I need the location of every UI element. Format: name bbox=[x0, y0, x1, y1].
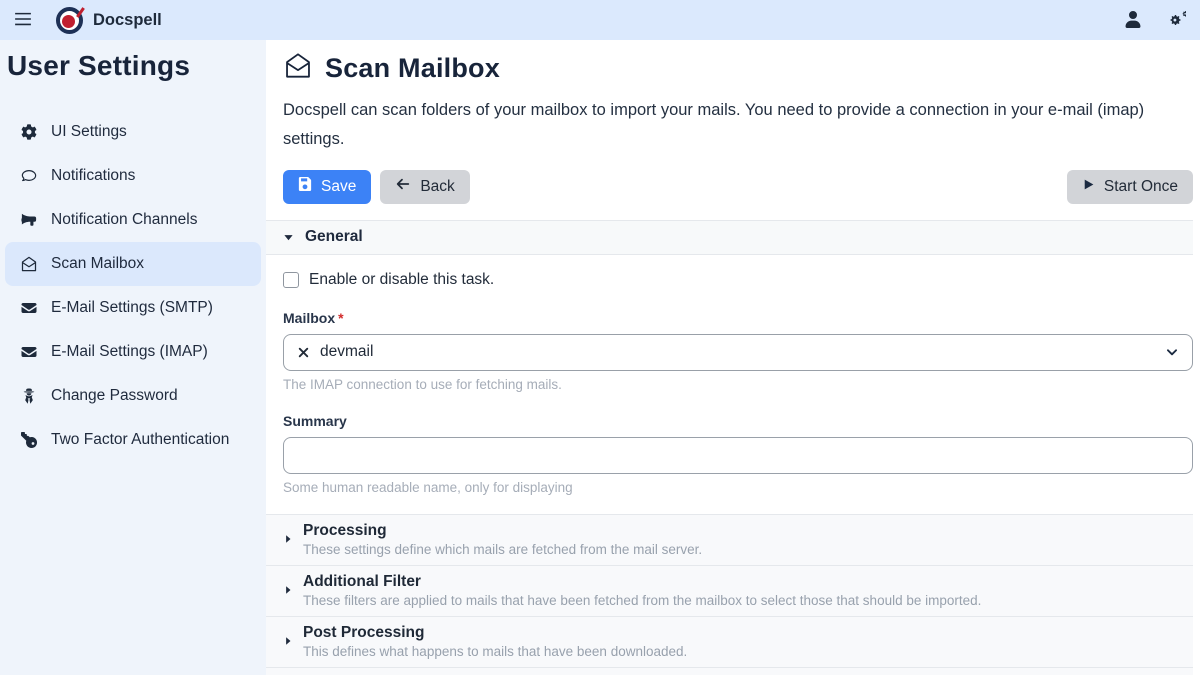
caret-right-icon bbox=[283, 533, 293, 545]
sidebar-item-label: E-Mail Settings (IMAP) bbox=[51, 343, 208, 361]
envelope-open-icon bbox=[19, 256, 39, 272]
section-title: Additional Filter bbox=[303, 573, 981, 591]
bullhorn-icon bbox=[19, 212, 39, 228]
caret-right-icon bbox=[283, 635, 293, 647]
account-menu-button[interactable] bbox=[1124, 10, 1142, 31]
caret-down-icon bbox=[283, 232, 294, 243]
play-icon bbox=[1082, 178, 1095, 196]
sidebar-item-label: Notifications bbox=[51, 167, 135, 185]
top-navbar: Docspell bbox=[0, 0, 1200, 40]
section-title: Post Processing bbox=[303, 624, 687, 642]
user-settings-sidebar: User Settings UI Settings Notifications bbox=[0, 40, 266, 675]
key-icon bbox=[19, 432, 39, 448]
floppy-icon bbox=[298, 177, 312, 196]
metadata-section-header[interactable]: Metadata Define metadata that should be … bbox=[266, 667, 1193, 675]
sidebar-nav: UI Settings Notifications Notification C… bbox=[5, 110, 261, 462]
chevron-down-icon[interactable] bbox=[1165, 345, 1179, 359]
summary-help-text: Some human readable name, only for displ… bbox=[283, 480, 1193, 495]
section-subtitle: These settings define which mails are fe… bbox=[303, 542, 702, 557]
sidebar-title: User Settings bbox=[5, 48, 261, 82]
scan-mailbox-page: Scan Mailbox Docspell can scan folders o… bbox=[266, 40, 1200, 675]
collapsed-sections: Processing These settings define which m… bbox=[266, 514, 1193, 675]
section-subtitle: These filters are applied to mails that … bbox=[303, 593, 981, 608]
required-mark: * bbox=[338, 310, 343, 326]
sidebar-item-notifications[interactable]: Notifications bbox=[5, 154, 261, 198]
sidebar-item-label: Two Factor Authentication bbox=[51, 431, 229, 449]
additional-filter-section-header[interactable]: Additional Filter These filters are appl… bbox=[266, 565, 1193, 616]
docspell-logo-icon bbox=[56, 7, 83, 34]
docspell-app: Docspell User Settings bbox=[0, 0, 1200, 675]
mailbox-select[interactable]: devmail bbox=[283, 334, 1193, 371]
bars-icon bbox=[14, 10, 32, 31]
envelope-open-icon bbox=[283, 52, 313, 84]
gear-icon bbox=[19, 124, 39, 140]
page-title: Scan Mailbox bbox=[325, 53, 500, 84]
user-icon bbox=[1124, 10, 1142, 31]
section-subtitle: This defines what happens to mails that … bbox=[303, 644, 687, 659]
envelope-icon bbox=[19, 344, 39, 360]
sidebar-item-change-password[interactable]: Change Password bbox=[5, 374, 261, 418]
action-buttons: Save Back Start Once bbox=[283, 170, 1193, 204]
sidebar-item-label: Change Password bbox=[51, 387, 178, 405]
sidebar-item-label: UI Settings bbox=[51, 123, 127, 141]
menu-toggle-button[interactable] bbox=[14, 10, 32, 31]
sidebar-item-label: Scan Mailbox bbox=[51, 255, 144, 273]
post-processing-section-header[interactable]: Post Processing This defines what happen… bbox=[266, 616, 1193, 667]
general-section-header[interactable]: General bbox=[266, 220, 1193, 255]
sidebar-item-notification-channels[interactable]: Notification Channels bbox=[5, 198, 261, 242]
enable-task-row: Enable or disable this task. bbox=[283, 271, 1193, 289]
sidebar-item-email-settings-smtp[interactable]: E-Mail Settings (SMTP) bbox=[5, 286, 261, 330]
start-once-button-label: Start Once bbox=[1104, 178, 1178, 196]
summary-field: Summary Some human readable name, only f… bbox=[283, 413, 1193, 495]
cogs-icon bbox=[1168, 10, 1186, 31]
summary-label: Summary bbox=[283, 413, 347, 429]
caret-right-icon bbox=[283, 584, 293, 596]
sidebar-item-scan-mailbox[interactable]: Scan Mailbox bbox=[5, 242, 261, 286]
admin-settings-button[interactable] bbox=[1168, 10, 1186, 31]
sidebar-item-two-factor-auth[interactable]: Two Factor Authentication bbox=[5, 418, 261, 462]
mailbox-help-text: The IMAP connection to use for fetching … bbox=[283, 377, 1193, 392]
sidebar-item-email-settings-imap[interactable]: E-Mail Settings (IMAP) bbox=[5, 330, 261, 374]
section-title: Processing bbox=[303, 522, 702, 540]
start-once-button[interactable]: Start Once bbox=[1067, 170, 1193, 204]
app-name: Docspell bbox=[93, 11, 162, 30]
processing-section-header[interactable]: Processing These settings define which m… bbox=[266, 514, 1193, 565]
mailbox-selected-value: devmail bbox=[320, 343, 373, 361]
brand[interactable]: Docspell bbox=[56, 7, 162, 34]
arrow-left-icon bbox=[395, 176, 411, 197]
general-section-label: General bbox=[305, 228, 363, 246]
enable-task-checkbox[interactable] bbox=[283, 272, 299, 288]
summary-input[interactable] bbox=[283, 437, 1193, 474]
enable-task-label[interactable]: Enable or disable this task. bbox=[309, 271, 494, 289]
envelope-icon bbox=[19, 300, 39, 316]
sidebar-item-label: E-Mail Settings (SMTP) bbox=[51, 299, 213, 317]
sidebar-item-label: Notification Channels bbox=[51, 211, 197, 229]
mailbox-field: Mailbox* devmail The IMAP connection to … bbox=[283, 310, 1193, 392]
clear-x-icon[interactable] bbox=[297, 346, 310, 359]
save-button-label: Save bbox=[321, 178, 356, 196]
user-secret-icon bbox=[19, 388, 39, 404]
save-button[interactable]: Save bbox=[283, 170, 371, 204]
mailbox-label: Mailbox bbox=[283, 310, 335, 326]
back-button-label: Back bbox=[420, 178, 454, 196]
sidebar-item-ui-settings[interactable]: UI Settings bbox=[5, 110, 261, 154]
back-button[interactable]: Back bbox=[380, 170, 469, 204]
page-description: Docspell can scan folders of your mailbo… bbox=[283, 96, 1193, 154]
page-head: Scan Mailbox bbox=[283, 52, 1193, 84]
comment-icon bbox=[19, 168, 39, 184]
